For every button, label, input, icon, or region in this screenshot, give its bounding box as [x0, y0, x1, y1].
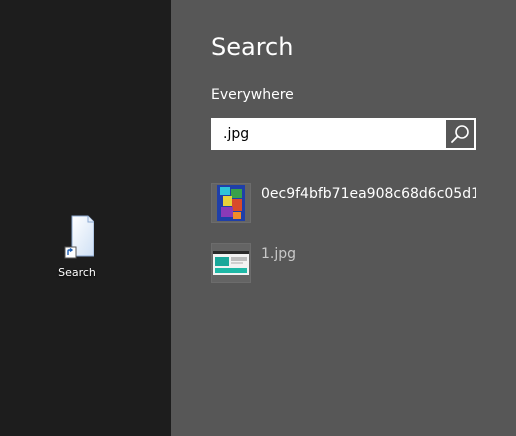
charm-title: Search — [211, 33, 294, 61]
search-button[interactable] — [446, 120, 474, 148]
desktop-icon-label: Search — [58, 266, 96, 279]
search-result-item[interactable]: 1.jpg — [211, 243, 511, 283]
screen: Search Search Everywhere .jpg 0ec9f4bfb7… — [0, 0, 516, 436]
webpage-screenshot-thumbnail — [211, 243, 251, 283]
file-shortcut-icon — [60, 214, 94, 260]
search-box — [211, 118, 476, 150]
search-charm: Search Everywhere .jpg 0ec9f4bfb71ea908c… — [171, 0, 516, 436]
colorful-image-thumbnail — [211, 183, 251, 223]
desktop-shortcut-search[interactable]: Search — [47, 214, 107, 284]
desktop: Search — [0, 0, 171, 436]
result-label: 0ec9f4bfb71ea908c68d6c05d1... — [261, 186, 476, 202]
result-label: 1.jpg — [261, 246, 297, 262]
search-input[interactable] — [211, 119, 446, 149]
search-results: 0ec9f4bfb71ea908c68d6c05d1... 1.jpg — [211, 183, 511, 303]
search-icon — [451, 125, 469, 143]
search-result-item[interactable]: 0ec9f4bfb71ea908c68d6c05d1... — [211, 183, 511, 223]
search-scope-dropdown[interactable]: Everywhere — [211, 87, 294, 103]
